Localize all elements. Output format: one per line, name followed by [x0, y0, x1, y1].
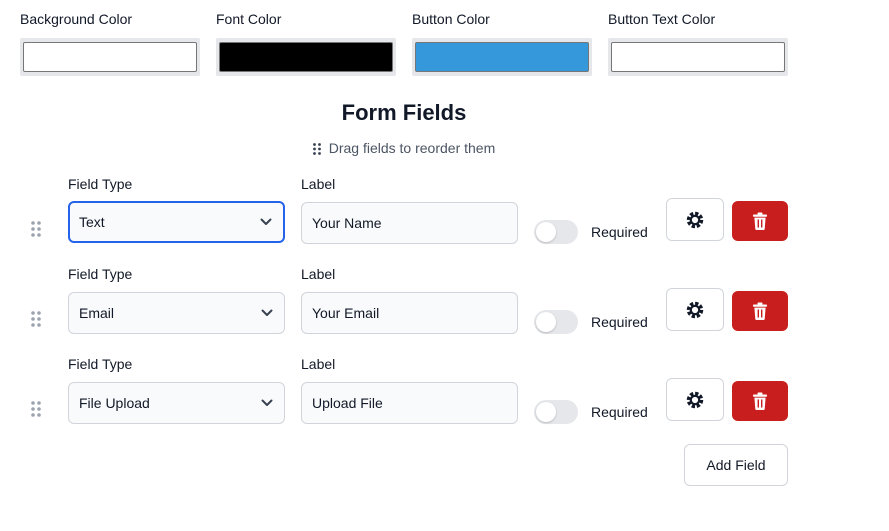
button-color-picker[interactable]	[412, 38, 592, 76]
toggle-knob	[536, 312, 556, 332]
trash-icon	[753, 302, 767, 320]
delete-field-button[interactable]	[732, 201, 788, 241]
field-type-select[interactable]: Email	[68, 292, 285, 334]
delete-field-button[interactable]	[732, 381, 788, 421]
field-settings-button[interactable]	[666, 378, 724, 421]
button-text-color-label: Button Text Color	[608, 11, 716, 27]
field-label-label: Label	[301, 176, 336, 192]
field-type-select[interactable]: File Upload	[68, 382, 285, 424]
reorder-hint-text: Drag fields to reorder them	[328, 140, 496, 156]
field-label-input[interactable]: Your Email	[301, 292, 518, 334]
field-label-input[interactable]: Upload File	[301, 382, 518, 424]
chevron-down-icon	[260, 218, 272, 225]
field-type-label: Field Type	[68, 266, 133, 282]
font-color-swatch	[219, 42, 393, 72]
field-type-select[interactable]: Text	[68, 201, 285, 243]
font-color-label: Font Color	[216, 11, 282, 27]
required-toggle[interactable]	[534, 400, 578, 424]
trash-icon	[753, 212, 767, 230]
background-color-group: Background Color	[20, 10, 200, 76]
field-type-value: Email	[79, 305, 115, 321]
required-toggle[interactable]	[534, 220, 578, 244]
chevron-down-icon	[261, 309, 273, 316]
required-label: Required	[591, 404, 648, 420]
font-color-picker[interactable]	[216, 38, 396, 76]
button-text-color-group: Button Text Color	[608, 10, 788, 76]
field-row: Field Type Email Label Your Email Requir…	[0, 266, 889, 356]
button-color-swatch	[415, 42, 589, 72]
chevron-down-icon	[261, 399, 273, 406]
background-color-picker[interactable]	[20, 38, 200, 76]
button-color-label: Button Color	[412, 11, 490, 27]
gear-icon	[686, 391, 704, 408]
field-type-value: File Upload	[79, 395, 150, 411]
required-toggle[interactable]	[534, 310, 578, 334]
required-label: Required	[591, 224, 648, 240]
field-row: Field Type Text Label Your Name Required	[0, 176, 889, 266]
field-label-label: Label	[301, 356, 336, 372]
toggle-knob	[536, 402, 556, 422]
background-color-label: Background Color	[20, 11, 133, 27]
field-settings-button[interactable]	[666, 288, 724, 331]
font-color-group: Font Color	[216, 10, 396, 76]
button-color-group: Button Color	[412, 10, 592, 76]
field-label-label: Label	[301, 266, 336, 282]
add-field-button[interactable]: Add Field	[684, 444, 788, 486]
required-label: Required	[591, 314, 648, 330]
field-label-input[interactable]: Your Name	[301, 202, 518, 244]
reorder-hint: Drag fields to reorder them	[0, 140, 808, 156]
field-row: Field Type File Upload Label Upload File…	[0, 356, 889, 446]
toggle-knob	[536, 222, 556, 242]
form-fields-title: Form Fields	[341, 100, 467, 125]
drag-handle-icon[interactable]	[30, 220, 42, 238]
button-text-color-swatch	[611, 42, 785, 72]
gear-icon	[686, 301, 704, 318]
drag-handle-icon[interactable]	[30, 310, 42, 328]
button-text-color-picker[interactable]	[608, 38, 788, 76]
field-type-value: Text	[79, 214, 105, 230]
field-settings-button[interactable]	[666, 198, 724, 241]
trash-icon	[753, 392, 767, 410]
field-type-label: Field Type	[68, 176, 133, 192]
gear-icon	[686, 211, 704, 228]
drag-handle-icon[interactable]	[30, 400, 42, 418]
background-color-swatch	[23, 42, 197, 72]
drag-handle-icon	[312, 143, 321, 155]
delete-field-button[interactable]	[732, 291, 788, 331]
field-type-label: Field Type	[68, 356, 133, 372]
